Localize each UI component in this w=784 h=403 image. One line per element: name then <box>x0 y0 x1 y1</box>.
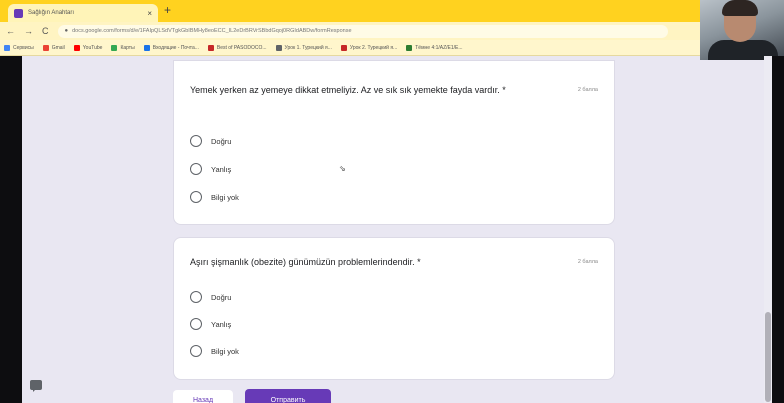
bookmark-item[interactable]: Урок 2. Турецкий я... <box>340 44 398 51</box>
bookmark-label: Урок 2. Турецкий я... <box>349 44 398 51</box>
maps-icon <box>111 44 118 51</box>
url-text: docs.google.com/forms/d/e/1FAIpQLSdVTgkG… <box>72 28 352 34</box>
radio-option[interactable]: Yanlış <box>190 163 231 175</box>
radio-option[interactable]: Doğru <box>190 291 231 303</box>
right-edge-area <box>772 56 784 403</box>
radio-button[interactable] <box>190 135 202 147</box>
radio-option[interactable]: Bilgi yok <box>190 191 239 203</box>
bookmark-item[interactable]: Best of PASODOCO... <box>207 44 267 51</box>
submit-button[interactable]: Отправить <box>245 389 331 403</box>
mouse-cursor-icon: ⇘ <box>339 164 346 173</box>
mail-icon <box>143 44 150 51</box>
radio-button[interactable] <box>190 163 202 175</box>
radio-button[interactable] <box>190 345 202 357</box>
tab-title: Sağlığın Anahtarı <box>28 10 75 16</box>
feedback-icon[interactable] <box>30 380 42 392</box>
radio-button[interactable] <box>190 291 202 303</box>
question-title: Yemek yerken az yemeye dikkat etmeliyiz.… <box>190 85 506 95</box>
bookmark-label: Gmail <box>51 44 65 51</box>
reload-icon[interactable]: C <box>42 26 49 36</box>
bookmark-icon <box>207 44 214 51</box>
bookmark-label: Тёмнe 4:1/AZ/E1/E... <box>415 44 463 51</box>
bookmark-item[interactable]: Карты <box>111 44 135 51</box>
radio-option[interactable]: Doğru <box>190 135 231 147</box>
question-title: Aşırı şişmanlık (obezite) günümüzün prob… <box>190 257 421 267</box>
webcam-hair <box>722 0 758 16</box>
bookmark-item[interactable]: Gmail <box>42 44 65 51</box>
option-label: Doğru <box>211 136 232 146</box>
question-card: Yemek yerken az yemeye dikkat etmeliyiz.… <box>173 60 615 225</box>
youtube-icon <box>73 44 80 51</box>
question-points: 2 балла <box>577 259 598 265</box>
new-tab-button[interactable]: + <box>164 4 171 16</box>
bookmark-item[interactable]: Урок 1. Турецкий я... <box>275 44 332 51</box>
apps-icon <box>4 44 10 51</box>
bookmark-icon <box>275 44 282 51</box>
radio-button[interactable] <box>190 318 202 330</box>
forms-favicon-icon <box>14 8 23 18</box>
close-tab-icon[interactable]: × <box>147 9 152 18</box>
option-label: Yanlış <box>211 164 232 174</box>
back-arrow-icon[interactable]: ← <box>6 26 15 36</box>
gmail-icon <box>42 44 49 51</box>
bookmark-label: Карты <box>120 44 135 51</box>
bookmark-label: Входящие - Почта... <box>152 44 199 51</box>
bookmark-icon <box>340 44 347 51</box>
bookmark-item[interactable]: Сервисы <box>4 44 34 51</box>
lock-icon: ● <box>64 28 69 34</box>
bookmark-icon <box>406 44 413 51</box>
bookmarks-bar: Сервисы Gmail YouTube Карты Входящие - П… <box>0 40 784 56</box>
bookmark-label: Сервисы <box>13 44 34 51</box>
url-field[interactable]: ● docs.google.com/forms/d/e/1FAIpQLSdVTg… <box>57 24 668 38</box>
bookmark-label: YouTube <box>82 44 103 51</box>
forward-arrow-icon[interactable]: → <box>24 26 33 36</box>
radio-button[interactable] <box>190 191 202 203</box>
address-bar: ← → C ● docs.google.com/forms/d/e/1FAIpQ… <box>0 22 784 40</box>
bookmark-item[interactable]: YouTube <box>73 44 103 51</box>
bookmark-item[interactable]: Входящие - Почта... <box>143 44 199 51</box>
option-label: Bilgi yok <box>211 346 239 356</box>
radio-option[interactable]: Yanlış <box>190 318 231 330</box>
browser-tabbar: Sağlığın Anahtarı × + <box>0 0 784 22</box>
option-label: Bilgi yok <box>211 192 239 202</box>
webcam-overlay <box>700 0 784 60</box>
back-button[interactable]: Назад <box>173 390 233 403</box>
bookmark-item[interactable]: Тёмнe 4:1/AZ/E1/E... <box>406 44 463 51</box>
browser-tab[interactable]: Sağlığın Anahtarı × <box>8 4 158 22</box>
question-points: 2 балла <box>577 87 598 93</box>
radio-option[interactable]: Bilgi yok <box>190 345 239 357</box>
scrollbar-thumb[interactable] <box>765 312 771 402</box>
left-sidebar-area <box>0 56 22 403</box>
option-label: Doğru <box>211 292 232 302</box>
option-label: Yanlış <box>211 319 232 329</box>
bookmark-label: Урок 1. Турецкий я... <box>284 44 332 51</box>
bookmark-label: Best of PASODOCO... <box>216 44 267 51</box>
question-card: Aşırı şişmanlık (obezite) günümüzün prob… <box>173 237 615 380</box>
